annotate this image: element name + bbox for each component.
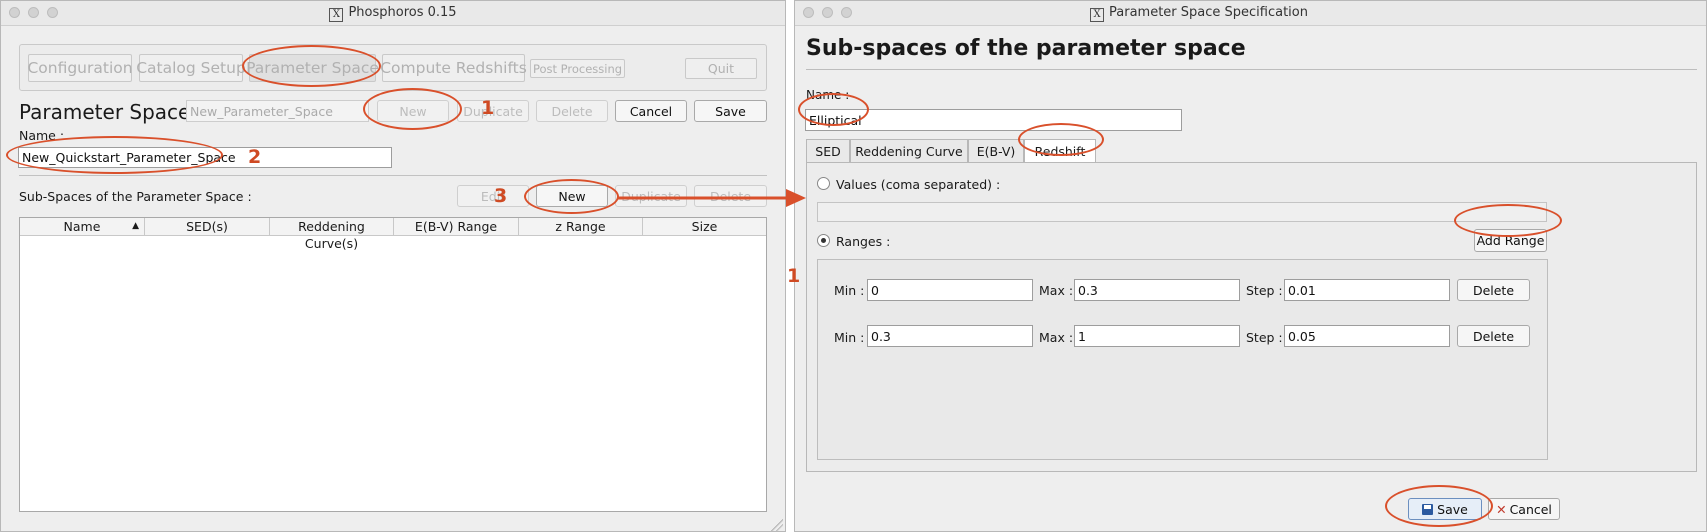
cancel-button[interactable]: Cancel [615,100,687,122]
tab-ebv[interactable]: E(B-V) [968,139,1024,163]
range-delete-button[interactable]: Delete [1457,325,1530,347]
values-input[interactable] [817,202,1547,222]
ranges-label: Ranges : [836,234,891,249]
column-header-name[interactable]: Name ▲ [20,218,145,235]
subspaces-label: Sub-Spaces of the Parameter Space : [19,189,252,204]
column-header-size[interactable]: Size [643,218,766,235]
range-delete-button[interactable]: Delete [1457,279,1530,301]
margin-mark: 1 [787,265,801,287]
column-header-ebv-range[interactable]: E(B-V) Range [394,218,519,235]
save-button[interactable]: Save [694,100,767,122]
range-min-input[interactable]: 0.3 [867,325,1033,347]
step-number: 1 [481,97,495,119]
range-step-label: Step : [1246,330,1283,345]
nav-compute-redshifts[interactable]: Compute Redshifts [380,54,527,82]
range-min-label: Min : [834,283,865,298]
values-label: Values (coma separated) : [836,177,1001,192]
quit-button[interactable]: Quit [685,58,757,79]
range-max-label: Max : [1039,283,1074,298]
highlight-save-button [1385,485,1493,527]
tab-sed[interactable]: SED [806,139,850,163]
nav-catalog-setup[interactable]: Catalog Setup [136,54,246,82]
column-name-text: Name [63,219,101,234]
spec-cancel-button[interactable]: ✕ Cancel [1488,498,1560,520]
highlight-new-subspace-button [524,179,619,214]
spec-window-titlebar: X Parameter Space Specification [795,1,1706,26]
parameter-space-select[interactable]: New_Parameter_Space [186,100,369,122]
cancel-label: Cancel [1509,501,1552,517]
range-step-label: Step : [1246,283,1283,298]
range-max-label: Max : [1039,330,1074,345]
step-number: 3 [494,185,508,207]
highlight-new-button [363,88,462,130]
range-min-label: Min : [834,330,865,345]
minimize-window-button[interactable] [822,7,833,18]
window-title-text: Parameter Space Specification [1109,5,1308,20]
sort-ascending-icon: ▲ [132,221,139,231]
range-step-input[interactable]: 0.01 [1284,279,1450,301]
highlight-add-range [1454,204,1562,237]
window-title-text: Phosphoros 0.15 [348,5,457,20]
close-window-button[interactable] [803,7,814,18]
window-title: X Phosphoros 0.15 [1,5,785,22]
highlight-redshift-tab [1018,123,1104,156]
resize-grip-icon[interactable] [771,519,783,531]
ranges-radio[interactable] [817,234,830,247]
column-header-seds[interactable]: SED(s) [145,218,270,235]
x11-icon: X [1090,8,1104,22]
highlight-parameter-space-tab [242,45,381,87]
subspaces-table[interactable]: Name ▲ SED(s) Reddening Curve(s) E(B-V) R… [19,217,767,512]
x11-icon: X [329,8,344,22]
values-radio[interactable] [817,177,830,190]
arrow-icon [618,189,806,207]
range-max-input[interactable]: 1 [1074,325,1240,347]
highlight-subspace-name [798,93,869,126]
zoom-window-button[interactable] [841,7,852,18]
range-step-input[interactable]: 0.05 [1284,325,1450,347]
column-header-z-range[interactable]: z Range [519,218,643,235]
parameter-space-heading: Parameter Space : [19,100,204,124]
separator [19,175,767,176]
table-header: Name ▲ SED(s) Reddening Curve(s) E(B-V) R… [20,218,766,251]
main-window: X Phosphoros 0.15 Configuration Catalog S… [0,0,786,532]
spec-window: X Parameter Space Specification Sub-space… [794,0,1707,532]
main-window-titlebar: X Phosphoros 0.15 [1,1,785,26]
nav-post-processing[interactable]: Post Processing [530,59,625,78]
cancel-icon: ✕ [1496,501,1507,517]
window-title: X Parameter Space Specification [1090,5,1706,22]
nav-configuration[interactable]: Configuration [27,54,133,82]
step-number: 2 [248,146,262,168]
column-header-reddening[interactable]: Reddening Curve(s) [270,218,394,251]
delete-button[interactable]: Delete [536,100,608,122]
range-min-input[interactable]: 0 [867,279,1033,301]
separator [806,69,1697,70]
range-max-input[interactable]: 0.3 [1074,279,1240,301]
tab-reddening-curve[interactable]: Reddening Curve [850,139,968,163]
edit-subspace-button[interactable]: Edit [457,185,529,207]
spec-heading: Sub-spaces of the parameter space [806,36,1246,61]
highlight-name-input [6,136,223,174]
